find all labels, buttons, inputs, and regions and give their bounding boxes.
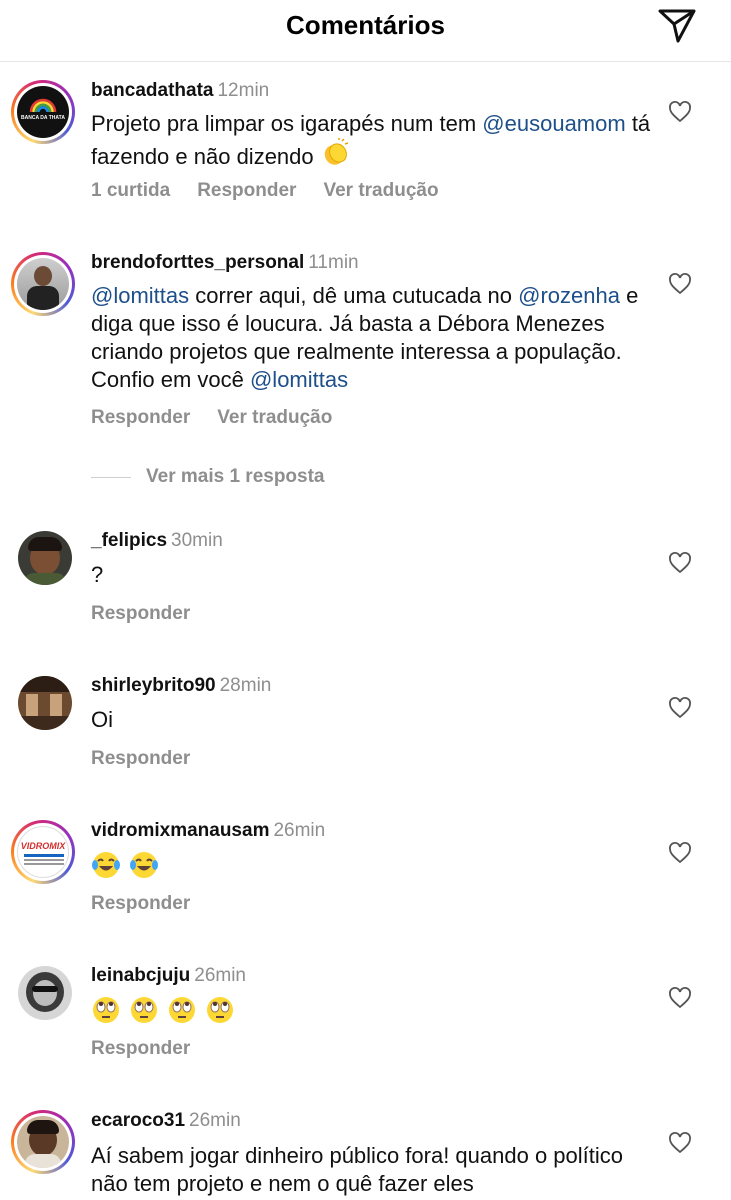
avatar-wrap[interactable] bbox=[11, 670, 75, 734]
heart-icon[interactable] bbox=[668, 272, 692, 296]
comment-actions: 1 curtida Responder Ver tradução bbox=[91, 180, 466, 202]
avatar bbox=[17, 1116, 69, 1168]
translate-button[interactable]: Ver tradução bbox=[217, 407, 332, 428]
avatar-story-ring[interactable] bbox=[11, 1110, 75, 1174]
mention-link[interactable]: @lomittas bbox=[250, 367, 348, 392]
comment-text-part: correr aqui, dê uma cutucada no bbox=[189, 283, 519, 308]
comment-text: Projeto pra limpar os igarapés num tem @… bbox=[91, 110, 651, 171]
comment-username[interactable]: ecaroco31 bbox=[91, 1110, 185, 1131]
avatar bbox=[17, 258, 69, 310]
avatar-logo-text: VIDROMIX bbox=[20, 841, 66, 851]
comment-actions: Responder bbox=[91, 603, 217, 625]
rolling-eyes-emoji-icon bbox=[169, 997, 196, 1023]
translate-button[interactable]: Ver tradução bbox=[323, 180, 438, 201]
comment-text: ? bbox=[91, 562, 104, 587]
rolling-eyes-emoji-icon bbox=[207, 997, 234, 1023]
comment-username[interactable]: shirleybrito90 bbox=[91, 675, 216, 696]
avatar-wrap[interactable] bbox=[11, 525, 75, 589]
avatar bbox=[18, 676, 72, 730]
avatar: BANCA DA THATA bbox=[17, 86, 69, 138]
tears-of-joy-emoji-icon bbox=[130, 852, 159, 878]
comment-actions: Responder Ver tradução bbox=[91, 407, 359, 429]
comment-time: 30min bbox=[171, 530, 223, 551]
view-more-replies-button[interactable]: Ver mais 1 resposta bbox=[91, 466, 325, 488]
mention-link[interactable]: @eusouamom bbox=[482, 111, 625, 136]
avatar bbox=[18, 531, 72, 585]
comment-username[interactable]: _felipics bbox=[91, 530, 167, 551]
avatar-story-ring[interactable]: BANCA DA THATA bbox=[11, 80, 75, 144]
comment-text-part: Projeto pra limpar os igarapés num tem bbox=[91, 111, 483, 136]
comment-text: @lomittas correr aqui, dê uma cutucada n… bbox=[91, 282, 651, 394]
likes-count[interactable]: 1 curtida bbox=[91, 180, 170, 201]
heart-icon[interactable] bbox=[668, 1131, 692, 1155]
avatar: VIDROMIX bbox=[17, 826, 69, 878]
reply-button[interactable]: Responder bbox=[91, 893, 190, 914]
avatar-wrap[interactable] bbox=[11, 960, 75, 1024]
avatar-story-ring[interactable]: VIDROMIX bbox=[11, 820, 75, 884]
header: Comentários bbox=[0, 0, 731, 62]
comment-text: Oi bbox=[91, 707, 113, 732]
rolling-eyes-emoji-icon bbox=[131, 997, 158, 1023]
reply-button[interactable]: Responder bbox=[91, 603, 190, 624]
tears-of-joy-emoji-icon bbox=[92, 852, 120, 878]
comment-text: Aí sabem jogar dinheiro público fora! qu… bbox=[91, 1143, 624, 1196]
mention-link[interactable]: @rozenha bbox=[518, 283, 620, 308]
reply-button[interactable]: Responder bbox=[91, 1038, 190, 1059]
comment-time: 26min bbox=[189, 1110, 241, 1131]
comment-username[interactable]: vidromixmanausam bbox=[91, 820, 269, 841]
reply-button[interactable]: Responder bbox=[91, 748, 190, 769]
comment-actions: Responder bbox=[91, 748, 217, 770]
comment-actions: Responder bbox=[91, 1038, 217, 1060]
comment-time: 11min bbox=[308, 252, 359, 273]
comment-time: 26min bbox=[273, 820, 326, 841]
comment-emojis bbox=[91, 995, 651, 1032]
mention-link[interactable]: @lomittas bbox=[91, 283, 189, 308]
heart-icon[interactable] bbox=[668, 100, 692, 124]
comment-username[interactable]: leinabcjuju bbox=[91, 965, 190, 986]
comment-meta: ecaroco31 26min bbox=[91, 1110, 241, 1132]
rolling-eyes-emoji-icon bbox=[93, 997, 119, 1023]
comment-meta: shirleybrito90 28min bbox=[91, 675, 271, 697]
comment-username[interactable]: bancadathata bbox=[91, 80, 213, 101]
heart-icon[interactable] bbox=[668, 841, 692, 865]
comment-meta: brendoforttes_personal 11min bbox=[91, 252, 359, 274]
avatar-logo-text: BANCA DA THATA bbox=[21, 115, 65, 121]
heart-icon[interactable] bbox=[668, 986, 692, 1010]
send-button[interactable] bbox=[657, 6, 697, 46]
comment-meta: _felipics 30min bbox=[91, 530, 223, 552]
reply-button[interactable]: Responder bbox=[91, 407, 190, 428]
comment-emojis bbox=[91, 850, 651, 887]
comment-time: 26min bbox=[194, 965, 246, 986]
avatar-story-ring[interactable] bbox=[11, 252, 75, 316]
clapping-hands-emoji-icon bbox=[324, 138, 349, 165]
comment-meta: leinabcjuju 26min bbox=[91, 965, 246, 987]
comment-meta: vidromixmanausam 26min bbox=[91, 820, 325, 842]
comment-meta: bancadathata 12min bbox=[91, 80, 269, 102]
heart-icon[interactable] bbox=[668, 696, 692, 720]
send-icon bbox=[658, 9, 696, 43]
reply-button[interactable]: Responder bbox=[197, 180, 296, 201]
divider bbox=[91, 476, 131, 478]
comment-time: 12min bbox=[217, 80, 270, 101]
rainbow-logo-icon bbox=[29, 98, 57, 113]
heart-icon[interactable] bbox=[668, 551, 692, 575]
avatar bbox=[18, 966, 72, 1020]
page-title: Comentários bbox=[286, 10, 445, 40]
view-more-replies-label: Ver mais 1 resposta bbox=[146, 466, 325, 487]
comment-actions: Responder bbox=[91, 893, 217, 915]
comment-username[interactable]: brendoforttes_personal bbox=[91, 252, 304, 273]
comment-time: 28min bbox=[219, 675, 272, 696]
